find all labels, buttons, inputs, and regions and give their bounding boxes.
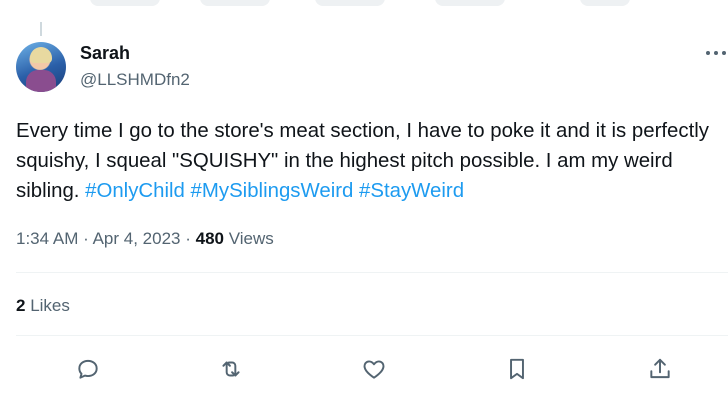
fragment-shape [435, 0, 505, 6]
tweet-date[interactable]: Apr 4, 2023 [93, 229, 181, 248]
hashtag-link[interactable]: #StayWeird [359, 180, 464, 202]
like-icon[interactable] [358, 353, 390, 385]
hashtag-link[interactable]: #MySiblingsWeird [191, 180, 354, 202]
thread-connector-line [40, 22, 42, 36]
fragment-shape [90, 0, 160, 6]
fragment-shape [315, 0, 385, 6]
views-label: Views [228, 229, 274, 248]
retweet-icon[interactable] [215, 353, 247, 385]
likes-count: 2 [16, 296, 26, 315]
tweet-time[interactable]: 1:34 AM [16, 229, 78, 248]
avatar-hair [30, 47, 52, 63]
action-bar [0, 353, 728, 385]
fragment-shape [200, 0, 270, 6]
divider [16, 335, 728, 336]
more-icon[interactable] [704, 42, 728, 62]
likes-label: Likes [30, 296, 70, 315]
meta-separator: · [185, 229, 191, 248]
reply-icon[interactable] [72, 353, 104, 385]
tweet-text: Every time I go to the store's meat sect… [16, 116, 716, 206]
bookmark-icon[interactable] [501, 353, 533, 385]
author-handle[interactable]: @LLSHMDfn2 [80, 70, 190, 90]
likes-summary[interactable]: 2 Likes [16, 296, 70, 316]
meta-separator: · [83, 229, 89, 248]
avatar-body [26, 70, 56, 92]
views-count: 480 [195, 229, 224, 248]
avatar[interactable] [16, 42, 66, 92]
fragment-shape [580, 0, 630, 6]
author-name[interactable]: Sarah [80, 43, 130, 64]
divider [16, 272, 728, 273]
share-icon[interactable] [644, 353, 676, 385]
tweet-meta: 1:34 AM · Apr 4, 2023 · 480 Views [16, 229, 274, 249]
previous-tweet-actions-fragment [0, 0, 728, 22]
hashtag-link[interactable]: #OnlyChild [85, 180, 185, 202]
